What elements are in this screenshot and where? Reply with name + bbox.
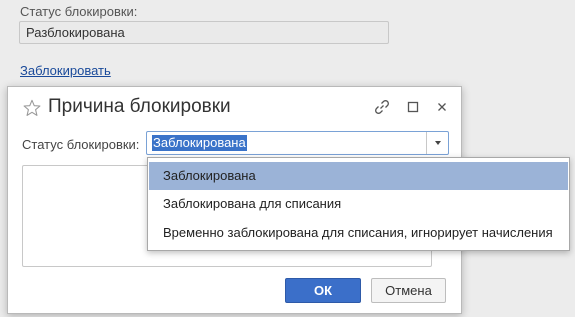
dropdown-item-temp-blocked[interactable]: Временно заблокирована для списания, игн… <box>149 219 568 247</box>
chevron-down-icon <box>434 141 441 145</box>
dialog-title: Причина блокировки <box>48 96 231 117</box>
status-combobox[interactable]: Заблокирована <box>146 131 449 155</box>
status-field: Разблокирована <box>19 21 389 44</box>
status-dropdown-button[interactable] <box>426 132 448 154</box>
dropdown-item-blocked[interactable]: Заблокирована <box>149 162 568 190</box>
status-combobox-value[interactable]: Заблокирована <box>152 135 247 151</box>
close-icon[interactable] <box>434 99 450 115</box>
dropdown-item-blocked-for-writeoff[interactable]: Заблокирована для списания <box>149 190 568 218</box>
ok-button[interactable]: ОК <box>285 278 361 303</box>
status-dropdown-list: Заблокирована Заблокирована для списания… <box>147 157 570 251</box>
status-label: Статус блокировки: <box>20 4 138 19</box>
block-link[interactable]: Заблокировать <box>20 63 111 78</box>
cancel-button[interactable]: Отмена <box>371 278 446 303</box>
link-icon[interactable] <box>374 99 390 115</box>
maximize-icon[interactable] <box>405 99 421 115</box>
dialog-status-label: Статус блокировки: <box>22 137 140 152</box>
star-icon[interactable] <box>23 99 41 117</box>
